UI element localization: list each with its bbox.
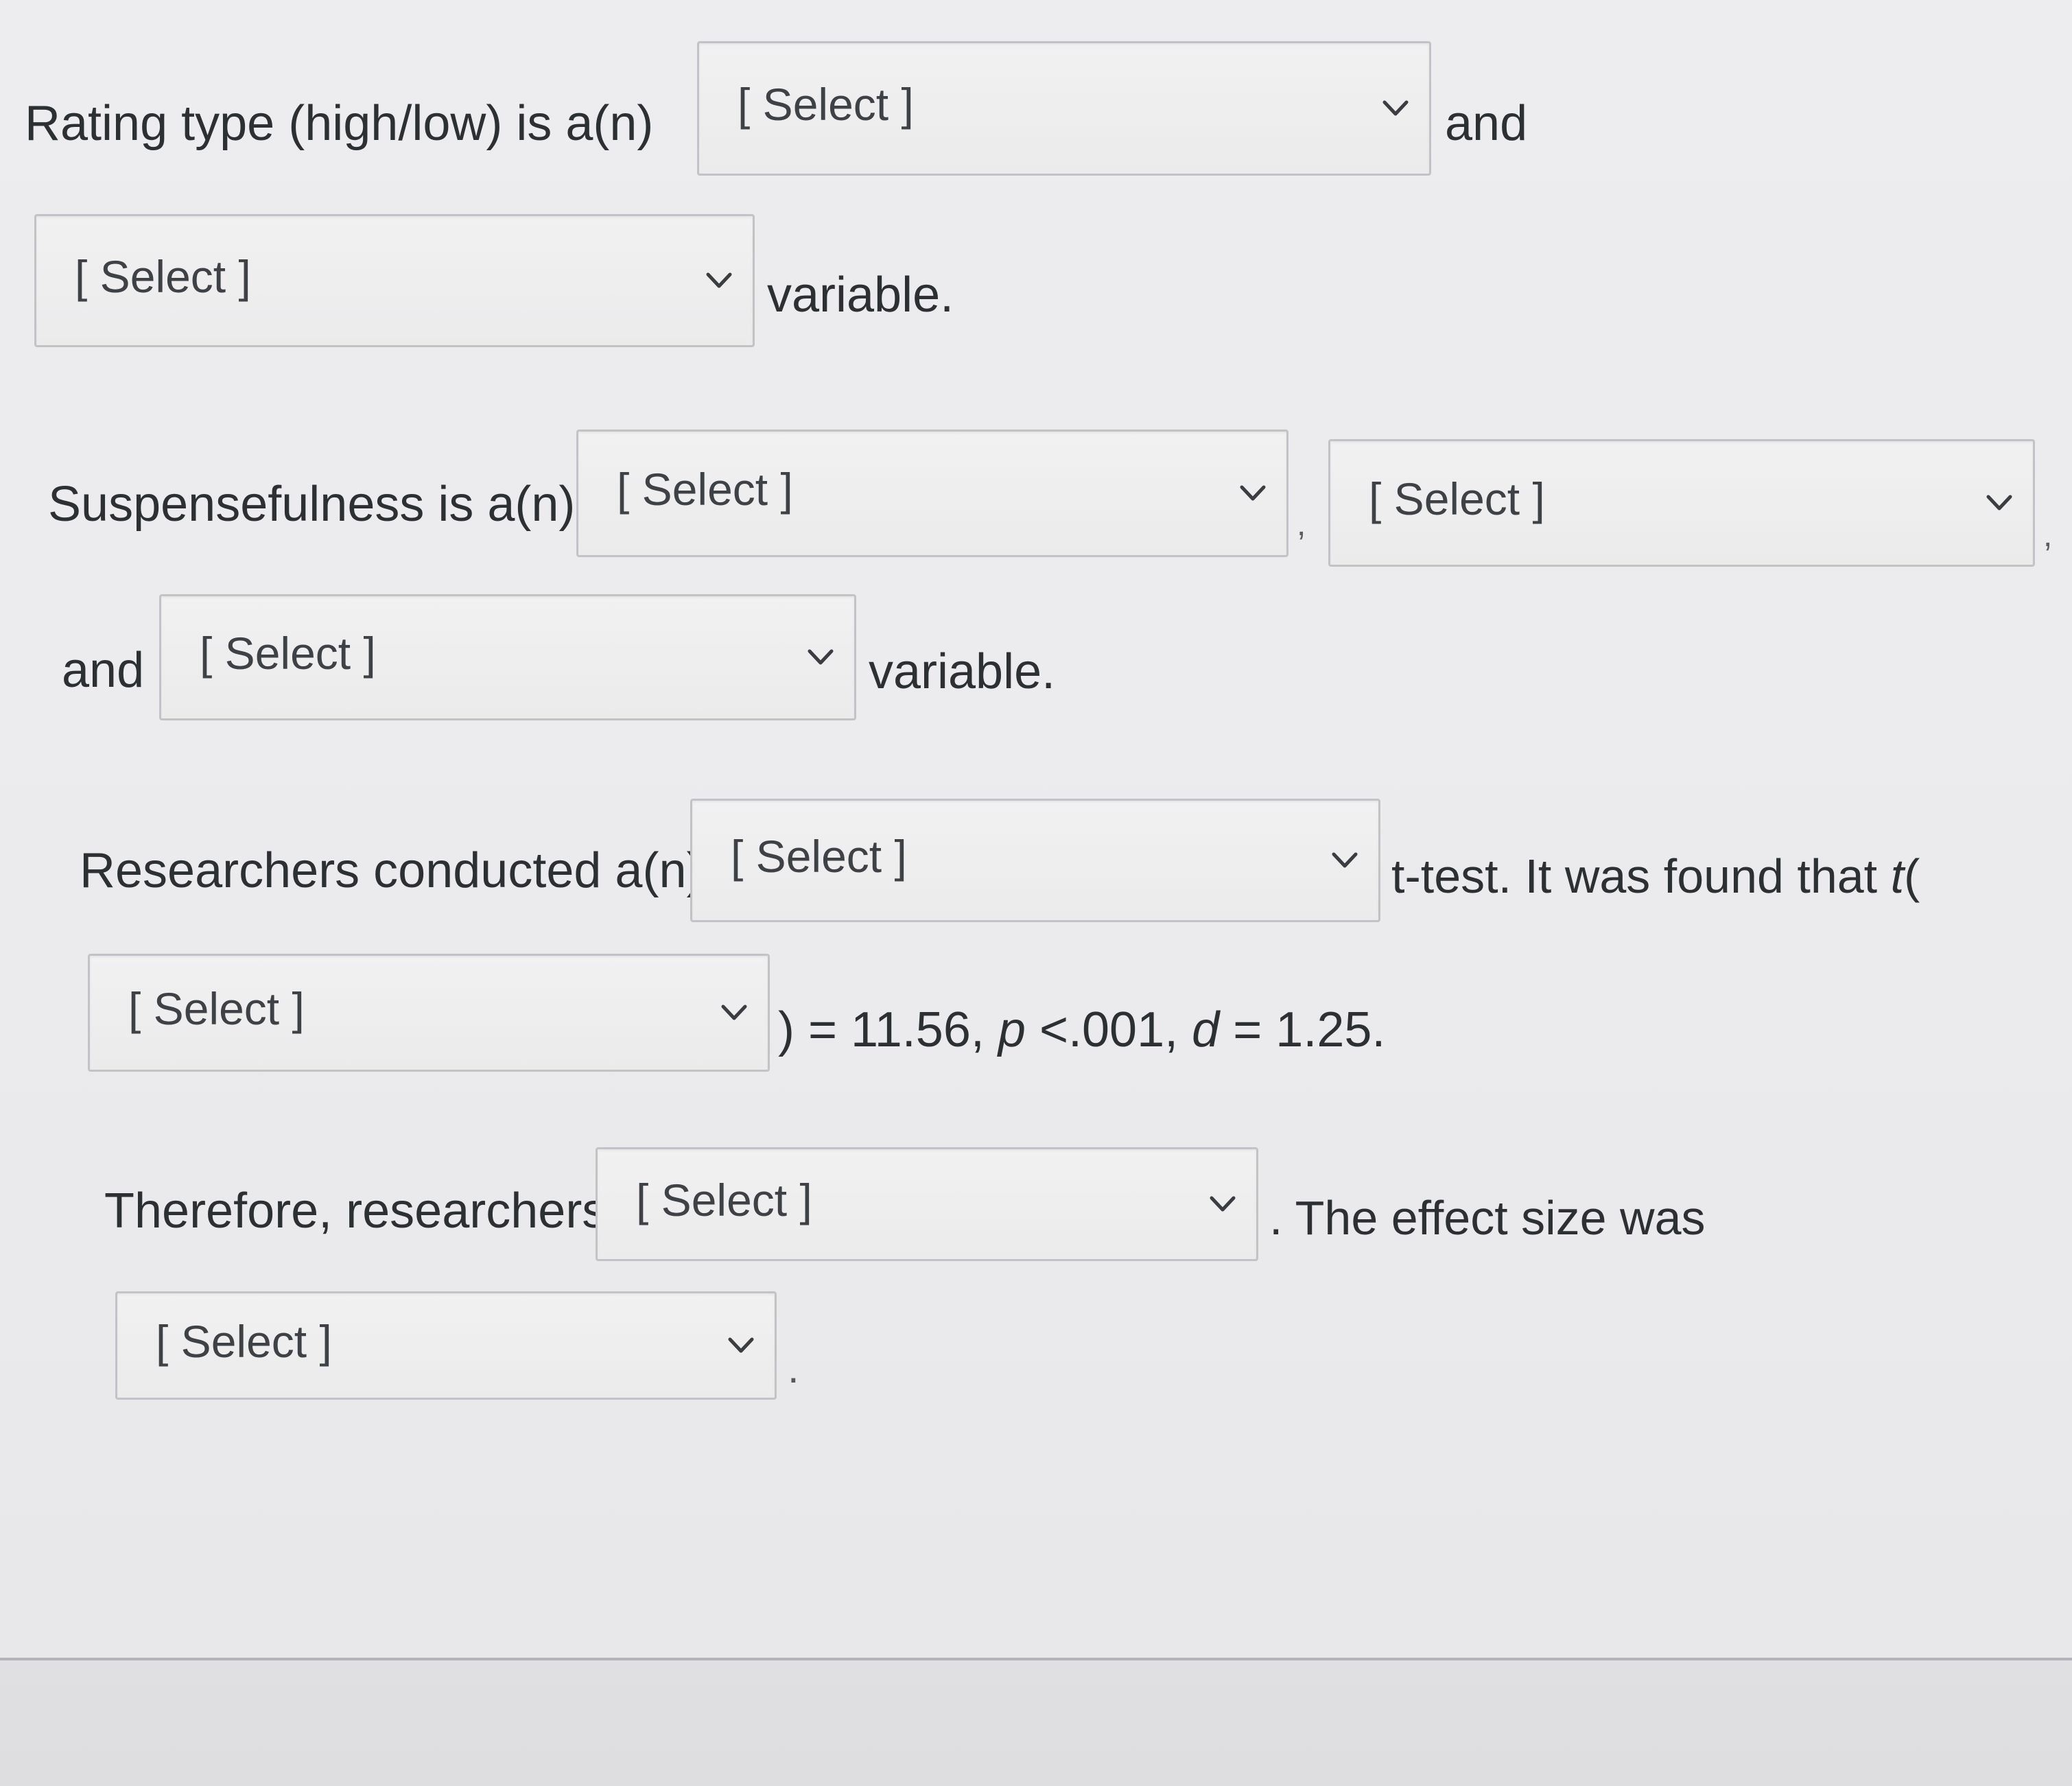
sentence3-prefix: Researchers conducted a(n) — [80, 843, 703, 898]
dropdown-value: [ Select ] — [731, 830, 907, 882]
chevron-down-icon — [1986, 494, 2012, 512]
chevron-down-icon — [706, 272, 732, 290]
degrees-of-freedom-dropdown[interactable]: [ Select ] — [88, 954, 770, 1072]
rating-type-dropdown-1[interactable]: [ Select ] — [697, 41, 1431, 176]
sentence2-prefix: Suspensefulness is a(n) — [48, 477, 576, 532]
quiz-screen: Rating type (high/low) is a(n) [ Select … — [0, 0, 2072, 1786]
dropdown-value: [ Select ] — [75, 250, 251, 302]
t-test-result: ) = 11.56, p <.001, d = 1.25. — [778, 999, 1385, 1061]
close-paren-equals: ) = 11.56, — [778, 1002, 985, 1057]
chevron-down-icon — [1210, 1195, 1236, 1213]
sentence4-middle: . The effect size was — [1269, 1191, 1706, 1245]
sentence3-middle: t-test. It was found that t( — [1391, 845, 1920, 907]
sentence2-connector: and — [62, 643, 145, 698]
p-symbol: p — [998, 1002, 1026, 1057]
chevron-down-icon — [1332, 851, 1358, 869]
dropdown-value: [ Select ] — [128, 983, 305, 1034]
dropdown-value: [ Select ] — [738, 78, 914, 130]
dropdown-value: [ Select ] — [156, 1315, 332, 1367]
sentence2-comma-2: , — [2043, 517, 2053, 554]
dropdown-value: [ Select ] — [200, 627, 376, 679]
sentence4-prefix: Therefore, researchers — [104, 1184, 607, 1238]
dropdown-value: [ Select ] — [617, 463, 793, 515]
conclusion-dropdown[interactable]: [ Select ] — [596, 1147, 1258, 1261]
t-statistic-symbol: t — [1890, 849, 1905, 903]
sentence1-connector: and — [1445, 96, 1528, 151]
chevron-down-icon — [1240, 484, 1266, 502]
chevron-down-icon — [1382, 99, 1409, 117]
sentence1-prefix: Rating type (high/low) is a(n) — [25, 96, 654, 151]
chevron-down-icon — [808, 648, 834, 666]
suspensefulness-dropdown-1[interactable]: [ Select ] — [576, 430, 1288, 557]
suspensefulness-dropdown-3[interactable]: [ Select ] — [159, 594, 856, 720]
p-value: <.001, — [1039, 1002, 1179, 1057]
open-paren: ( — [1904, 849, 1920, 903]
sentence1-suffix: variable. — [767, 268, 954, 322]
d-symbol: d — [1192, 1002, 1220, 1057]
effect-size-dropdown[interactable]: [ Select ] — [115, 1291, 777, 1400]
dropdown-value: [ Select ] — [636, 1174, 812, 1225]
sentence3-middle-text: t-test. It was found that — [1391, 849, 1878, 903]
chevron-down-icon — [728, 1337, 754, 1354]
test-type-dropdown[interactable]: [ Select ] — [690, 799, 1380, 922]
suspensefulness-dropdown-2[interactable]: [ Select ] — [1328, 439, 2035, 567]
rating-type-dropdown-2[interactable]: [ Select ] — [34, 214, 755, 347]
sentence2-comma-1: , — [1297, 506, 1306, 543]
d-value: = 1.25. — [1233, 1002, 1386, 1057]
dropdown-value: [ Select ] — [1369, 473, 1545, 524]
sentence2-suffix: variable. — [869, 644, 1056, 699]
sentence4-end-period: . — [788, 1346, 799, 1391]
chevron-down-icon — [721, 1004, 747, 1022]
